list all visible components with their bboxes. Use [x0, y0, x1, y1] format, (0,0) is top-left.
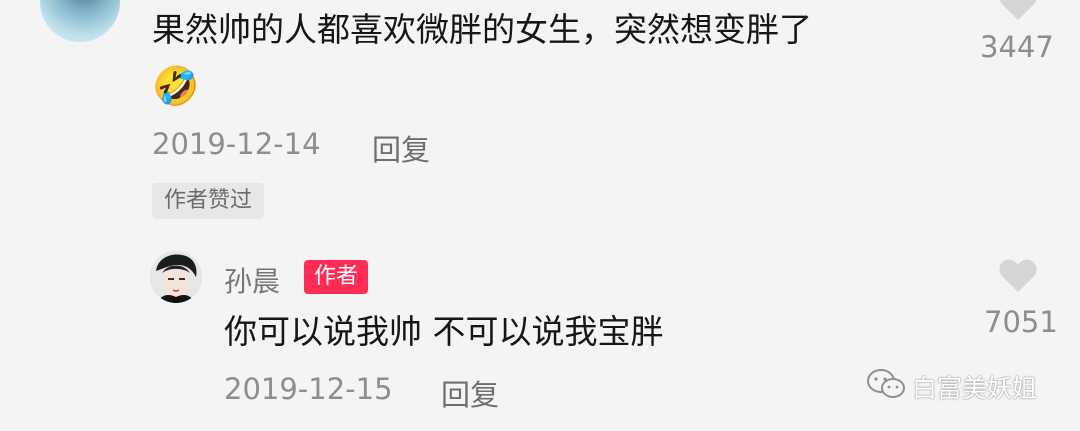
author-portrait: [150, 251, 202, 303]
like-button-2[interactable]: [996, 254, 1040, 298]
like-count-2: 7051: [984, 305, 1058, 339]
author-badge: 作者: [304, 260, 369, 294]
author-name[interactable]: 孙晨: [224, 260, 280, 300]
reply-button-2[interactable]: 回复: [441, 372, 499, 414]
author-avatar[interactable]: [150, 251, 202, 303]
commenter-avatar[interactable]: [40, 0, 120, 42]
reply-button[interactable]: 回复: [372, 127, 430, 169]
like-count: 3447: [980, 30, 1054, 64]
heart-icon: [999, 259, 1037, 293]
comment-date: 2019-12-14: [152, 127, 321, 161]
like-button[interactable]: [996, 0, 1040, 26]
heart-icon: [999, 0, 1037, 21]
watermark-text: 白富美妖姐: [912, 374, 1038, 403]
reply-text: 你可以说我帅 不可以说我宝胖: [224, 312, 664, 351]
rofl-emoji-icon: 🤣: [152, 64, 200, 108]
author-liked-tag: 作者赞过: [152, 183, 265, 219]
comment-text: 果然帅的人都喜欢微胖的女生，突然想变胖了: [152, 10, 812, 49]
reply-date: 2019-12-15: [224, 372, 393, 406]
wechat-icon: [866, 368, 906, 404]
